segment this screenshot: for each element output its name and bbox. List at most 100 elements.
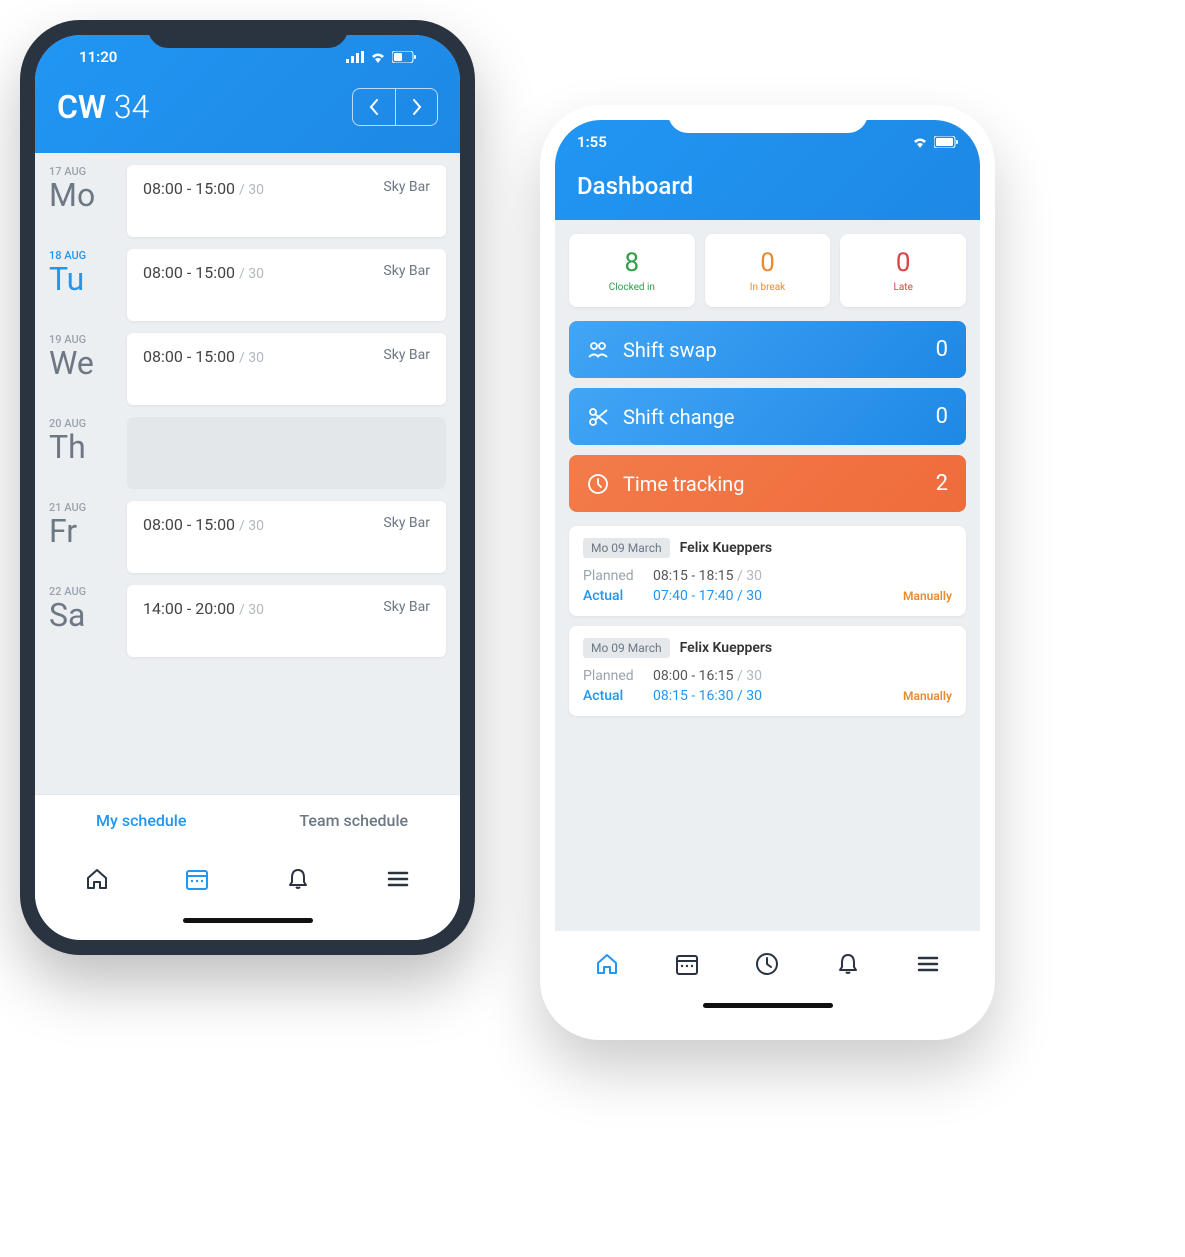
planned-label: Planned — [583, 668, 653, 684]
metric-card[interactable]: 0 In break — [705, 234, 831, 307]
day-abbr: We — [49, 346, 117, 381]
action-cards: Shift swap 0 Shift change 0 Time trackin… — [555, 321, 980, 512]
planned-time: 08:15 - 18:15 — [653, 568, 734, 584]
nav-calendar-icon[interactable] — [175, 857, 219, 901]
wifi-icon — [370, 51, 386, 63]
header: 11:20 CW 34 — [35, 35, 460, 153]
action-card-time-tracking[interactable]: Time tracking 2 — [569, 455, 966, 512]
status-time: 1:55 — [577, 133, 607, 151]
phone-schedule: 11:20 CW 34 — [20, 20, 475, 955]
day-label: 20 AUG Th — [49, 417, 117, 489]
day-abbr: Sa — [49, 598, 117, 633]
metric-number: 8 — [573, 248, 691, 278]
shift-duration: / 30 — [239, 182, 264, 198]
planned-dur: / 30 — [734, 668, 762, 684]
shift-location: Sky Bar — [383, 263, 430, 307]
action-card-shift-swap[interactable]: Shift swap 0 — [569, 321, 966, 378]
time-tracking-card[interactable]: Mo 09 March Felix Kueppers Planned 08:15… — [569, 526, 966, 616]
metric-number: 0 — [844, 248, 962, 278]
employee-name: Felix Kueppers — [680, 540, 773, 556]
day-abbr: Th — [49, 430, 117, 465]
day-label: 18 AUG Tu — [49, 249, 117, 321]
day-row: 21 AUG Fr 08:00 - 15:00 / 30 Sky Bar — [35, 489, 460, 573]
day-label: 22 AUG Sa — [49, 585, 117, 657]
actual-dur: / 30 — [734, 588, 762, 604]
shift-location: Sky Bar — [383, 347, 430, 391]
week-nav — [352, 88, 438, 126]
action-card-shift-change[interactable]: Shift change 0 — [569, 388, 966, 445]
shift-card[interactable]: 08:00 - 15:00 / 30 Sky Bar — [127, 501, 446, 573]
shift-duration: / 30 — [239, 350, 264, 366]
home-indicator[interactable] — [35, 912, 460, 940]
metric-card[interactable]: 8 Clocked in — [569, 234, 695, 307]
day-label: 19 AUG We — [49, 333, 117, 405]
shift-duration: / 30 — [239, 518, 264, 534]
prev-week-button[interactable] — [353, 89, 395, 125]
shift-location: Sky Bar — [383, 599, 430, 643]
nav-home-icon[interactable] — [75, 857, 119, 901]
dashboard-content[interactable]: 8 Clocked in 0 In break 0 Late Shift swa… — [555, 220, 980, 931]
wifi-icon — [912, 136, 928, 148]
tab-my-schedule[interactable]: My schedule — [35, 795, 248, 846]
employee-name: Felix Kueppers — [680, 640, 773, 656]
header: 1:55 Dashboard — [555, 120, 980, 220]
day-row: 20 AUG Th — [35, 405, 460, 489]
clock-icon — [587, 473, 615, 495]
schedule-list[interactable]: 17 AUG Mo 08:00 - 15:00 / 30 Sky Bar 18 … — [35, 153, 460, 794]
nav-bell-icon[interactable] — [276, 857, 320, 901]
metric-card[interactable]: 0 Late — [840, 234, 966, 307]
action-label: Shift change — [615, 405, 936, 429]
actual-dur: / 30 — [734, 688, 762, 704]
day-abbr: Tu — [49, 262, 117, 297]
battery-icon — [392, 51, 416, 63]
metrics-row: 8 Clocked in 0 In break 0 Late — [555, 220, 980, 321]
day-row: 19 AUG We 08:00 - 15:00 / 30 Sky Bar — [35, 321, 460, 405]
nav-calendar-icon[interactable] — [665, 942, 709, 986]
manual-badge: Manually — [903, 689, 952, 703]
day-label: 21 AUG Fr — [49, 501, 117, 573]
shift-card[interactable]: 08:00 - 15:00 / 30 Sky Bar — [127, 333, 446, 405]
day-row: 17 AUG Mo 08:00 - 15:00 / 30 Sky Bar — [35, 153, 460, 237]
bottom-nav — [35, 846, 460, 912]
actual-label: Actual — [583, 688, 653, 704]
nav-menu-icon[interactable] — [906, 942, 950, 986]
shift-card[interactable]: 08:00 - 15:00 / 30 Sky Bar — [127, 165, 446, 237]
bottom-nav — [555, 931, 980, 997]
actual-time: 08:15 - 16:30 — [653, 688, 734, 704]
planned-label: Planned — [583, 568, 653, 584]
time-tracking-list: Mo 09 March Felix Kueppers Planned 08:15… — [555, 512, 980, 730]
status-time: 11:20 — [79, 48, 117, 66]
home-indicator[interactable] — [555, 997, 980, 1025]
action-label: Shift swap — [615, 338, 936, 362]
date-badge: Mo 09 March — [583, 638, 670, 658]
scissors-icon — [587, 406, 615, 428]
shift-card[interactable] — [127, 417, 446, 489]
metric-label: Clocked in — [573, 282, 691, 293]
tab-team-schedule[interactable]: Team schedule — [248, 795, 461, 846]
nav-bell-icon[interactable] — [826, 942, 870, 986]
nav-menu-icon[interactable] — [376, 857, 420, 901]
day-row: 22 AUG Sa 14:00 - 20:00 / 30 Sky Bar — [35, 573, 460, 657]
shift-card[interactable]: 08:00 - 15:00 / 30 Sky Bar — [127, 249, 446, 321]
planned-dur: / 30 — [734, 568, 762, 584]
actual-label: Actual — [583, 588, 653, 604]
time-tracking-card[interactable]: Mo 09 March Felix Kueppers Planned 08:00… — [569, 626, 966, 716]
day-abbr: Mo — [49, 178, 117, 213]
day-row: 18 AUG Tu 08:00 - 15:00 / 30 Sky Bar — [35, 237, 460, 321]
shift-location: Sky Bar — [383, 179, 430, 223]
action-count: 0 — [936, 404, 948, 429]
nav-home-icon[interactable] — [585, 942, 629, 986]
metric-number: 0 — [709, 248, 827, 278]
notch — [668, 105, 868, 133]
shift-time: 08:00 - 15:00 — [143, 515, 235, 534]
manual-badge: Manually — [903, 589, 952, 603]
next-week-button[interactable] — [395, 89, 437, 125]
shift-location: Sky Bar — [383, 515, 430, 559]
shift-time: 08:00 - 15:00 — [143, 179, 235, 198]
shift-card[interactable]: 14:00 - 20:00 / 30 Sky Bar — [127, 585, 446, 657]
metric-label: Late — [844, 282, 962, 293]
nav-clock-icon[interactable] — [745, 942, 789, 986]
date-badge: Mo 09 March — [583, 538, 670, 558]
action-label: Time tracking — [615, 472, 936, 496]
shift-time: 14:00 - 20:00 — [143, 599, 235, 618]
